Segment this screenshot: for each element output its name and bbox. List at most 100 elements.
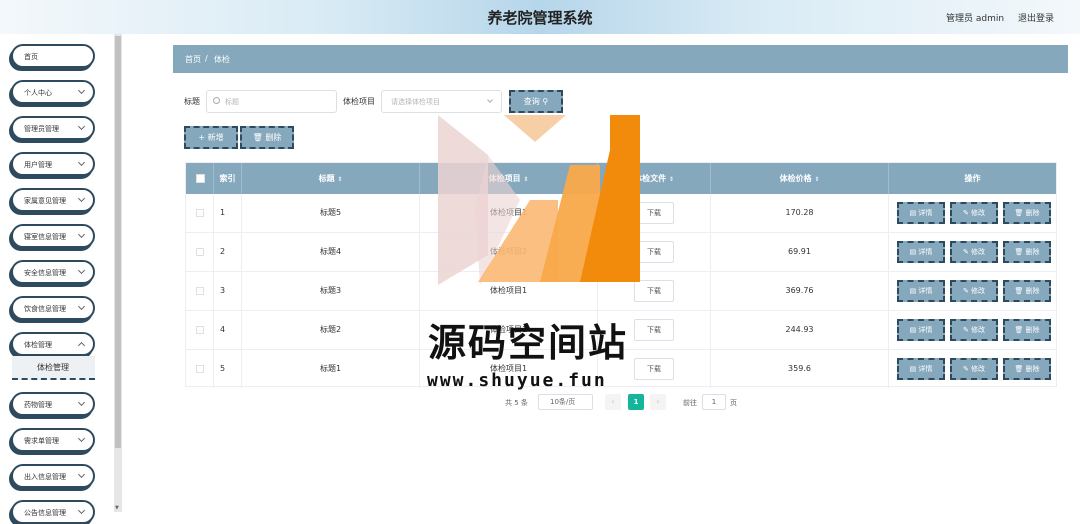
detail-icon: ▤ xyxy=(909,287,917,295)
delete-button[interactable]: 🗑 删除 xyxy=(1003,202,1051,224)
scrollbar-thumb[interactable] xyxy=(115,36,121,448)
sidebar-item-label: 药物管理 xyxy=(24,401,52,409)
sidebar-item-safety-info[interactable]: 安全信息管理 xyxy=(11,260,95,284)
table-row: 3 标题3 体检项目1 下载 369.76 ▤ 详情 ✎ 修改 🗑 删除 xyxy=(186,272,1056,311)
logout-link[interactable]: 退出登录 xyxy=(1018,11,1054,24)
detail-button[interactable]: ▤ 详情 xyxy=(897,280,945,302)
page-1-button[interactable]: 1 xyxy=(628,394,644,410)
chevron-down-icon xyxy=(77,194,86,203)
edit-button[interactable]: ✎ 修改 xyxy=(950,280,998,302)
select-all-checkbox[interactable] xyxy=(196,174,205,183)
header-item[interactable]: 体检项目 ⇕ xyxy=(420,163,598,194)
search-icon xyxy=(213,97,220,104)
edit-button[interactable]: ✎ 修改 xyxy=(950,358,998,380)
trash-icon: 🗑 xyxy=(252,133,263,142)
delete-button[interactable]: 🗑 删除 xyxy=(1003,319,1051,341)
sort-icon[interactable]: ⇕ xyxy=(523,176,528,183)
breadcrumb-current: 体检 xyxy=(214,55,230,64)
cell-item: 体检项目1 xyxy=(420,194,598,232)
watermark-url: www.shuyue.fun xyxy=(427,370,607,391)
download-button[interactable]: 下载 xyxy=(634,202,674,224)
table-header: 索引 标题 ⇕ 体检项目 ⇕ 体检文件 ⇕ 体检价格 ⇕ 操作 xyxy=(186,163,1056,194)
sidebar-item-checkup[interactable]: 体检管理 xyxy=(11,332,95,356)
detail-button[interactable]: ▤ 详情 xyxy=(897,241,945,263)
download-button[interactable]: 下载 xyxy=(634,358,674,380)
sort-icon[interactable]: ⇕ xyxy=(814,176,819,183)
chevron-down-icon xyxy=(77,266,86,275)
sort-icon[interactable]: ⇕ xyxy=(337,176,342,183)
detail-button[interactable]: ▤ 详情 xyxy=(897,319,945,341)
edit-button[interactable]: ✎ 修改 xyxy=(950,241,998,263)
row-checkbox[interactable] xyxy=(196,248,204,256)
sidebar-item-label: 体检管理 xyxy=(24,341,52,349)
row-checkbox[interactable] xyxy=(196,209,204,217)
sidebar-scrollbar[interactable]: ▼ xyxy=(114,34,122,512)
cell-title: 标题5 xyxy=(242,194,420,232)
header-file[interactable]: 体检文件 ⇕ xyxy=(598,163,711,194)
cell-index: 1 xyxy=(214,194,242,232)
goto-label: 前往 xyxy=(683,399,697,407)
item-filter-select[interactable]: 请选择体检项目 xyxy=(381,90,502,113)
sidebar-item-access-info[interactable]: 出入信息管理 xyxy=(11,464,95,488)
sidebar-item-diet-info[interactable]: 饮食信息管理 xyxy=(11,296,95,320)
sidebar-item-label: 家属意见管理 xyxy=(24,197,66,205)
next-page-button[interactable]: › xyxy=(650,394,666,410)
download-button[interactable]: 下载 xyxy=(634,280,674,302)
sidebar-item-label: 寝室信息管理 xyxy=(24,233,66,241)
detail-button[interactable]: ▤ 详情 xyxy=(897,358,945,380)
cell-price: 359.6 xyxy=(711,350,889,388)
sidebar-item-home[interactable]: 首页 xyxy=(11,44,95,68)
breadcrumb-separator: / xyxy=(205,54,208,63)
breadcrumb-home[interactable]: 首页 xyxy=(185,54,201,65)
chevron-down-icon xyxy=(77,398,86,407)
row-checkbox[interactable] xyxy=(196,287,204,295)
sidebar-item-user-management[interactable]: 用户管理 xyxy=(11,152,95,176)
download-button[interactable]: 下载 xyxy=(634,241,674,263)
edit-button[interactable]: ✎ 修改 xyxy=(950,319,998,341)
header-index: 索引 xyxy=(214,163,242,194)
sidebar-item-medicine[interactable]: 药物管理 xyxy=(11,392,95,416)
sidebar-subitem-checkup-management[interactable]: 体检管理 xyxy=(12,356,95,380)
row-checkbox[interactable] xyxy=(196,326,204,334)
detail-icon: ▤ xyxy=(909,209,917,217)
table-row: 2 标题4 体检项目2 下载 69.91 ▤ 详情 ✎ 修改 🗑 删除 xyxy=(186,233,1056,272)
query-button[interactable]: 查询 ⚲ xyxy=(509,90,563,113)
add-button[interactable]: + 新增 xyxy=(184,126,238,149)
header-title[interactable]: 标题 ⇕ xyxy=(242,163,420,194)
cell-price: 170.28 xyxy=(711,194,889,232)
goto-page-input[interactable]: 1 xyxy=(702,394,726,410)
row-checkbox[interactable] xyxy=(196,365,204,373)
delete-button[interactable]: 🗑 删除 xyxy=(1003,280,1051,302)
sidebar-item-label: 安全信息管理 xyxy=(24,269,66,277)
scroll-down-arrow-icon[interactable]: ▼ xyxy=(115,505,119,511)
bulk-delete-button[interactable]: 🗑 删除 xyxy=(240,126,294,149)
sidebar-item-dorm-info[interactable]: 寝室信息管理 xyxy=(11,224,95,248)
prev-page-button[interactable]: ‹ xyxy=(605,394,621,410)
chevron-down-icon xyxy=(77,434,86,443)
sidebar-item-family-feedback[interactable]: 家属意见管理 xyxy=(11,188,95,212)
edit-button[interactable]: ✎ 修改 xyxy=(950,202,998,224)
sidebar-item-admin-management[interactable]: 管理员管理 xyxy=(11,116,95,140)
header-price[interactable]: 体检价格 ⇕ xyxy=(711,163,889,194)
bulk-delete-label: 删除 xyxy=(265,133,282,142)
chevron-down-icon xyxy=(77,122,86,131)
cell-title: 标题2 xyxy=(242,311,420,349)
page-size-select[interactable]: 10条/页 xyxy=(538,394,593,410)
header-ops: 操作 xyxy=(964,174,981,183)
sidebar-item-announcements[interactable]: 公告信息管理 xyxy=(11,500,95,524)
detail-button[interactable]: ▤ 详情 xyxy=(897,202,945,224)
download-button[interactable]: 下载 xyxy=(634,319,674,341)
title-search-input[interactable]: 标题 xyxy=(206,90,337,113)
search-icon: ⚲ xyxy=(542,97,549,106)
delete-button[interactable]: 🗑 删除 xyxy=(1003,358,1051,380)
sidebar-item-requests[interactable]: 需求单管理 xyxy=(11,428,95,452)
cell-title: 标题1 xyxy=(242,350,420,388)
item-filter-label: 体检项目 xyxy=(343,97,375,106)
sidebar-item-personal-center[interactable]: 个人中心 xyxy=(11,80,95,104)
detail-icon: ▤ xyxy=(909,326,917,334)
delete-button[interactable]: 🗑 删除 xyxy=(1003,241,1051,263)
sort-icon[interactable]: ⇕ xyxy=(669,176,674,183)
sidebar-item-label: 用户管理 xyxy=(24,161,52,169)
cell-item: 体检项目2 xyxy=(420,233,598,271)
cell-price: 244.93 xyxy=(711,311,889,349)
